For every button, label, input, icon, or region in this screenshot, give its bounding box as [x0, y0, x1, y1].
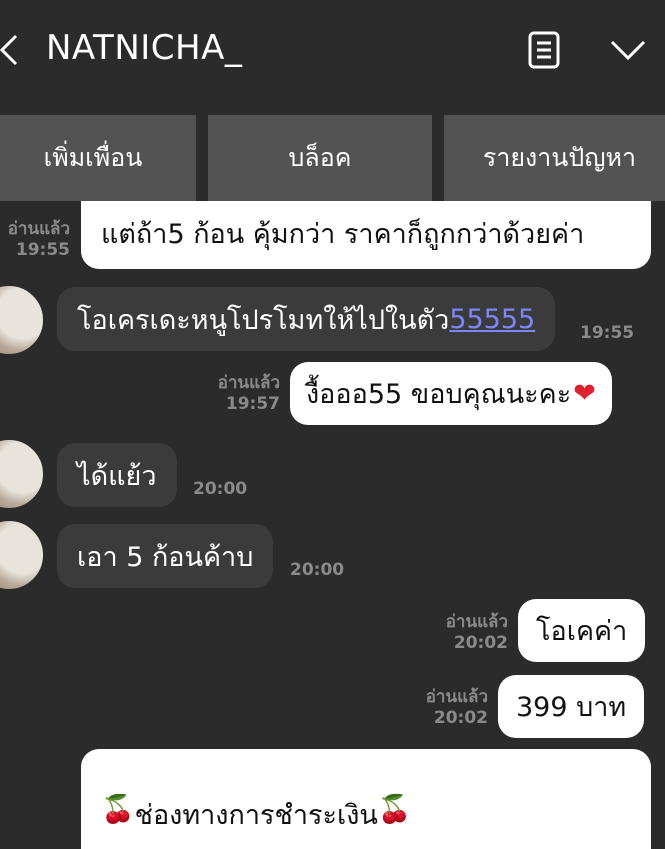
cherry-icon: 🍒 [377, 794, 412, 825]
message-meta: อ่านแล้ว 20:02 [410, 687, 488, 729]
incoming-message[interactable]: โอเครเดะหนูโปรโมทให้ไปในตัว 55555 [57, 287, 556, 351]
message-text: โอเคค่า [536, 616, 628, 647]
outgoing-message[interactable]: แต่ถ้า5 ก้อน คุ้มกว่า ราคาก็ถูกกว่าด้วยค… [81, 201, 651, 269]
message-time: 20:02 [453, 633, 508, 653]
incoming-message[interactable]: เอา 5 ก้อนค้าบ [57, 524, 274, 588]
message-meta: อ่านแล้ว 19:57 [200, 373, 280, 415]
chevron-down-icon[interactable] [608, 34, 648, 66]
message-text: เอา 5 ก้อนค้าบ [77, 541, 254, 573]
avatar[interactable] [0, 518, 46, 592]
read-receipt: อ่านแล้ว [7, 219, 70, 239]
message-time: 20:02 [433, 708, 488, 728]
message-meta: อ่านแล้ว 19:55 [0, 219, 70, 261]
message-time: 19:55 [580, 323, 635, 343]
outgoing-message[interactable]: โอเคค่า [518, 599, 646, 662]
report-button[interactable]: รายงานปัญหา [444, 115, 665, 201]
add-friend-button[interactable]: เพิ่มเพื่อน [0, 115, 196, 201]
message-text: งื้อออ55 ขอบคุณนะคะ [306, 379, 572, 410]
chevron-left-icon[interactable] [0, 32, 28, 68]
message-text: ได้แย้ว [77, 460, 157, 492]
read-receipt: อ่านแล้ว [445, 612, 508, 632]
block-button[interactable]: บล็อค [208, 115, 432, 201]
read-receipt: อ่านแล้ว [217, 373, 280, 393]
message-text: ช่องทางการชำระเงิน [134, 800, 378, 831]
avatar[interactable] [0, 283, 46, 357]
message-text: โอเครเดะหนูโปรโมทให้ไปในตัว [77, 304, 450, 336]
incoming-message[interactable]: ได้แย้ว [57, 443, 177, 507]
message-meta: อ่านแล้ว 20:02 [430, 612, 508, 654]
outgoing-message[interactable]: 🍒 ช่องทางการชำระเงิน 🍒 [81, 749, 651, 849]
avatar[interactable] [0, 437, 46, 511]
note-icon[interactable] [527, 30, 561, 70]
message-time: 20:00 [193, 479, 248, 499]
message-link[interactable]: 55555 [449, 304, 535, 335]
outgoing-message[interactable]: งื้อออ55 ขอบคุณนะคะ ❤ [290, 362, 612, 425]
friend-actions-bar: เพิ่มเพื่อน บล็อค รายงานปัญหา [0, 115, 665, 201]
message-text: 399 บาท [516, 692, 627, 723]
cherry-icon: 🍒 [101, 794, 135, 825]
outgoing-message[interactable]: 399 บาท [498, 675, 645, 738]
top-bar: NATNICHA_ [0, 0, 665, 103]
message-time: 20:00 [290, 560, 345, 580]
message-time: 19:55 [15, 240, 70, 260]
read-receipt: อ่านแล้ว [425, 687, 488, 707]
message-text: แต่ถ้า5 ก้อน คุ้มกว่า ราคาก็ถูกกว่าด้วยค… [101, 219, 585, 250]
message-time: 19:57 [225, 394, 280, 414]
chat-title: NATNICHA_ [46, 28, 243, 68]
chat-area[interactable]: อ่านแล้ว 19:55 แต่ถ้า5 ก้อน คุ้มกว่า ราค… [0, 201, 665, 849]
heart-emoji-icon: ❤ [573, 378, 596, 409]
